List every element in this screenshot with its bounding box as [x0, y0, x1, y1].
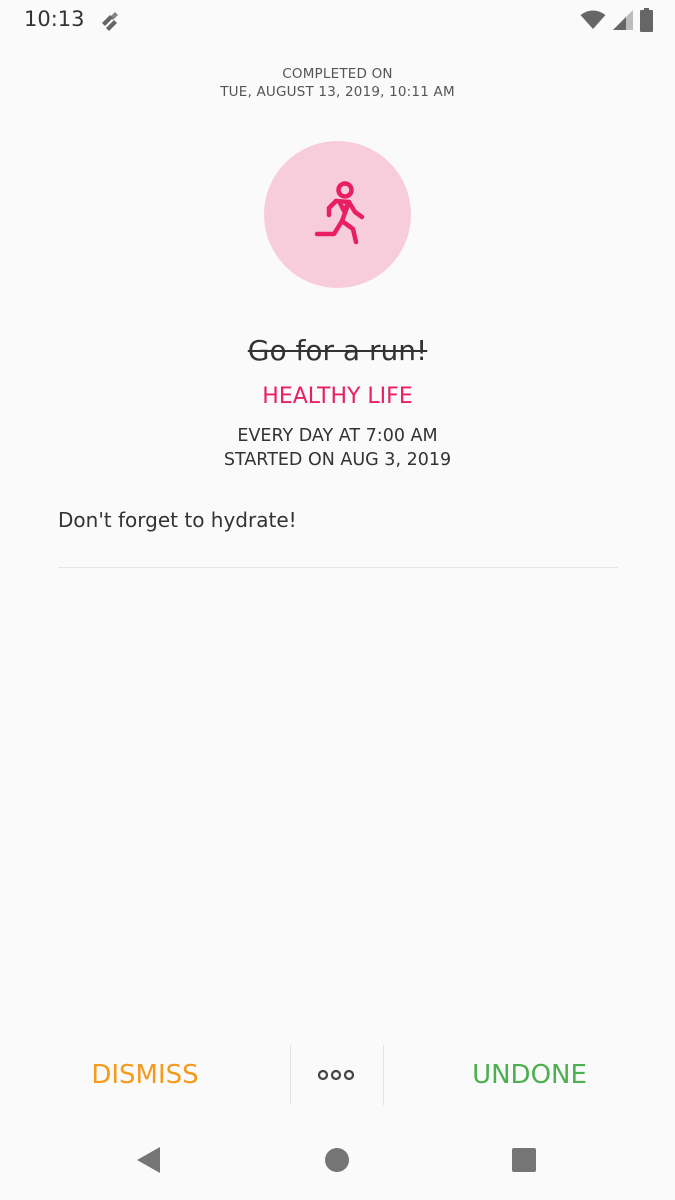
home-icon	[325, 1148, 349, 1172]
back-icon	[137, 1147, 160, 1173]
more-options-icon	[317, 1069, 355, 1081]
running-person-icon	[314, 181, 365, 245]
task-start-date: STARTED ON AUG 3, 2019	[223, 450, 452, 470]
activity-icon-circle	[264, 141, 411, 288]
battery-icon	[640, 8, 653, 32]
wifi-icon	[580, 10, 606, 29]
home-button[interactable]	[317, 1140, 357, 1180]
task-note: Don't forget to hydrate!	[58, 508, 297, 532]
back-button[interactable]	[129, 1140, 169, 1180]
recents-button[interactable]	[504, 1140, 544, 1180]
recents-icon	[512, 1148, 536, 1172]
action-bar: DISMISS UNDONE	[0, 1040, 675, 1110]
task-title: Go for a run!	[247, 334, 428, 367]
app-notification-icon	[102, 12, 118, 31]
completed-date: TUE, AUGUST 13, 2019, 10:11 AM	[220, 84, 455, 100]
completed-label: COMPLETED ON	[282, 66, 393, 82]
status-bar: 10:13	[0, 0, 675, 40]
cellular-signal-icon	[613, 10, 633, 30]
undone-button[interactable]: UNDONE	[384, 1040, 675, 1110]
navigation-bar	[0, 1120, 675, 1200]
status-time: 10:13	[24, 7, 85, 31]
dismiss-button[interactable]: DISMISS	[0, 1040, 290, 1110]
task-schedule: EVERY DAY AT 7:00 AM	[237, 426, 438, 446]
status-icons	[580, 8, 653, 32]
task-category: HEALTHY LIFE	[262, 384, 413, 409]
note-divider	[58, 567, 618, 568]
more-options-button[interactable]	[291, 1040, 383, 1110]
